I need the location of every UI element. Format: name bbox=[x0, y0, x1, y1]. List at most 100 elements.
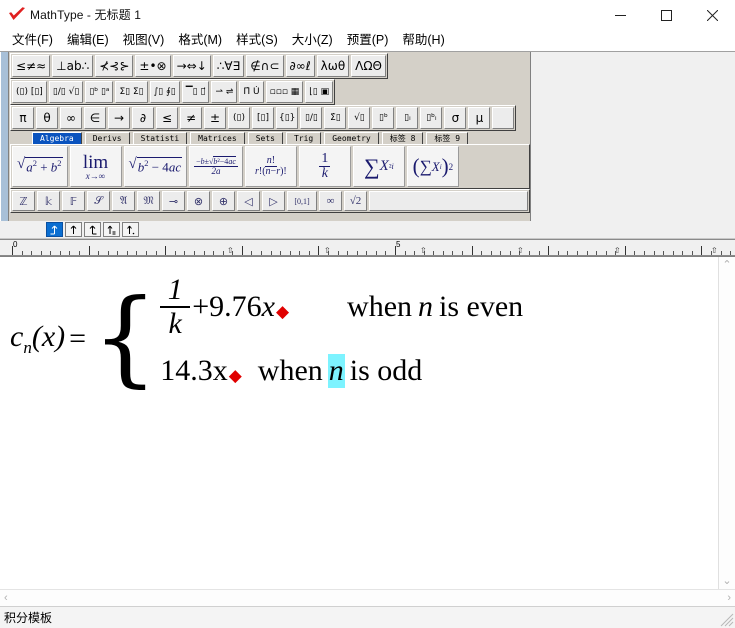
template-sum-squared[interactable]: (∑ Xi) 2 bbox=[406, 146, 459, 187]
template-fraction[interactable]: ▯/▯ bbox=[300, 107, 323, 129]
close-button[interactable] bbox=[689, 0, 735, 30]
arrows-palette[interactable]: →⇔↓ bbox=[172, 55, 211, 77]
symbol-circled-plus[interactable]: ⊕ bbox=[212, 191, 235, 211]
symbol-right-arrow[interactable]: → bbox=[108, 107, 130, 129]
scroll-up-icon[interactable]: ⌃ bbox=[722, 260, 731, 271]
logical-palette[interactable]: ∴∀∃ bbox=[212, 55, 245, 77]
symbol-right-triangle[interactable]: ▷ bbox=[262, 191, 285, 211]
underbar-overbar-template-palette[interactable]: ▔▯ ▯⃗ bbox=[181, 81, 210, 103]
palette-tab-statistics[interactable]: Statisti bbox=[132, 132, 188, 144]
ruler-tabstop-5[interactable]: ⇧ bbox=[614, 247, 621, 255]
horizontal-scrollbar[interactable]: ‹ › bbox=[0, 589, 735, 606]
fences-template-palette[interactable]: (▯) [▯] bbox=[12, 81, 47, 103]
symbol-not-equal[interactable]: ≠ bbox=[180, 107, 202, 129]
menu-size[interactable]: 大小(Z) bbox=[285, 31, 340, 51]
scroll-down-icon[interactable]: ⌄ bbox=[722, 576, 731, 587]
menu-help[interactable]: 帮助(H) bbox=[395, 31, 451, 51]
case2-condition-variable-selected[interactable]: n bbox=[327, 354, 345, 388]
palette-tab-trig[interactable]: Trig bbox=[285, 132, 322, 144]
symbol-plus-minus[interactable]: ± bbox=[204, 107, 226, 129]
set-theory-palette[interactable]: ∉∩⊂ bbox=[246, 55, 284, 77]
ruler-tabstop-1[interactable]: ⇧ bbox=[227, 247, 234, 255]
symbol-fraktur-a[interactable]: 𝔄 bbox=[112, 191, 135, 211]
scroll-left-icon[interactable]: ‹ bbox=[4, 593, 8, 604]
symbol-infinity[interactable]: ∞ bbox=[60, 107, 82, 129]
labeled-arrow-template-palette[interactable]: ⇀ ⇌ bbox=[211, 81, 238, 103]
matrix-template-palette[interactable]: ▫▫▫ ▦ bbox=[265, 81, 304, 103]
symbol-element-of[interactable]: ∈ bbox=[84, 107, 106, 129]
symbol-theta[interactable]: θ bbox=[36, 107, 58, 129]
template-quadratic-formula[interactable]: −b±√b²−4ac 2a bbox=[189, 146, 243, 187]
symbol-pi[interactable]: π bbox=[12, 107, 34, 129]
palette-tab-8[interactable]: 标签 8 bbox=[381, 132, 424, 144]
operators-palette[interactable]: ±•⊗ bbox=[135, 55, 171, 77]
menu-file[interactable]: 文件(F) bbox=[5, 31, 60, 51]
ruler-tabstop-6[interactable]: ⇧ bbox=[711, 247, 718, 255]
equation-canvas[interactable]: cn(x) = { 1 k +9.76 x ◆ when n is even 1… bbox=[0, 257, 718, 589]
template-radical[interactable]: √▯ bbox=[348, 107, 371, 129]
spaces-and-dots-palette[interactable]: ⊥ab∴ bbox=[52, 55, 94, 77]
tabstop-center[interactable] bbox=[65, 222, 82, 237]
template-subscript[interactable]: ▯ᵢ bbox=[396, 107, 419, 129]
template-summation[interactable]: Σ̇▯ bbox=[324, 107, 347, 129]
template-superscript[interactable]: ▯ᵇ bbox=[372, 107, 395, 129]
template-subsuperscript[interactable]: ▯ᵇᵢ bbox=[420, 107, 443, 129]
template-limit[interactable]: lim x→∞ bbox=[69, 146, 122, 187]
symbol-fraktur-k[interactable]: 𝕜 bbox=[37, 191, 60, 211]
template-sqrt-a2-b2[interactable]: √ a2 + b2 bbox=[12, 146, 68, 187]
vertical-scrollbar[interactable]: ⌃ ⌄ bbox=[718, 257, 735, 589]
greek-uppercase-palette[interactable]: ΛΩΘ bbox=[351, 55, 386, 77]
menu-format[interactable]: 格式(M) bbox=[171, 31, 229, 51]
symbol-blank[interactable] bbox=[492, 107, 515, 129]
symbol-script-s[interactable]: 𝒮 bbox=[87, 191, 110, 211]
symbol-unit-interval[interactable]: [0,1] bbox=[287, 191, 317, 211]
palette-tab-derivs[interactable]: Derivs bbox=[84, 132, 130, 144]
tabstop-relation[interactable] bbox=[122, 222, 139, 237]
template-sqrt-b2-4ac[interactable]: √ b2 − 4ac bbox=[123, 146, 188, 187]
palette-tab-sets[interactable]: Sets bbox=[247, 132, 283, 144]
tabstop-decimal[interactable] bbox=[103, 222, 120, 237]
menu-view[interactable]: 视图(V) bbox=[116, 31, 172, 51]
symbol-less-equal[interactable]: ≤ bbox=[156, 107, 178, 129]
symbol-infinity-2[interactable]: ∞ bbox=[319, 191, 342, 211]
resize-grip-icon[interactable] bbox=[720, 613, 734, 627]
menu-style[interactable]: 样式(S) bbox=[229, 31, 285, 51]
symbol-multimap[interactable]: ⊸ bbox=[162, 191, 185, 211]
ruler-tabstop-2[interactable]: ⇧ bbox=[324, 247, 331, 255]
greek-lowercase-palette[interactable]: λωθ bbox=[316, 55, 350, 77]
embellishments-palette[interactable]: ⊀⊰⊱ bbox=[95, 55, 134, 77]
tabstop-left[interactable] bbox=[46, 222, 63, 237]
miscellaneous-palette[interactable]: ∂∞ℓ bbox=[285, 55, 315, 77]
horizontal-ruler[interactable]: 0 5 ⇧ ⇧ ⇧ ⇧ ⇧ ⇧ bbox=[0, 239, 735, 256]
template-braces[interactable]: {▯} bbox=[276, 107, 299, 129]
scroll-right-icon[interactable]: › bbox=[727, 593, 731, 604]
symbol-fraktur-m[interactable]: 𝔐 bbox=[137, 191, 160, 211]
tabstop-right[interactable] bbox=[84, 222, 101, 237]
symbol-double-struck-f[interactable]: 𝔽 bbox=[62, 191, 85, 211]
toolbar-gripper[interactable] bbox=[0, 52, 9, 221]
symbol-sqrt-two[interactable]: √2 bbox=[344, 191, 367, 211]
maximize-button[interactable] bbox=[643, 0, 689, 30]
relations-palette[interactable]: ≤≠≈ bbox=[12, 55, 51, 77]
symbol-circled-times[interactable]: ⊗ bbox=[187, 191, 210, 211]
symbol-partial[interactable]: ∂ bbox=[132, 107, 154, 129]
integral-template-palette[interactable]: ∫▯ ∮▯ bbox=[149, 81, 180, 103]
palette-tab-algebra[interactable]: Algebra bbox=[32, 132, 82, 144]
template-parentheses[interactable]: (▯) bbox=[228, 107, 250, 129]
symbol-sigma[interactable]: σ bbox=[444, 107, 467, 129]
symbol-mu[interactable]: μ bbox=[468, 107, 491, 129]
symbol-left-triangle[interactable]: ◁ bbox=[237, 191, 260, 211]
menu-edit[interactable]: 编辑(E) bbox=[60, 31, 116, 51]
template-brackets[interactable]: [▯] bbox=[252, 107, 274, 129]
template-combination[interactable]: n! r!(n−r)! bbox=[244, 146, 297, 187]
subscript-superscript-template-palette[interactable]: ▯ᵇ ▯ᵃ bbox=[85, 81, 114, 103]
palette-tab-9[interactable]: 标签 9 bbox=[426, 132, 469, 144]
product-set-theory-template-palette[interactable]: Π̇ U̇ bbox=[239, 81, 264, 103]
ruler-tabstop-3[interactable]: ⇧ bbox=[420, 247, 427, 255]
ruler-tabstop-4[interactable]: ⇧ bbox=[517, 247, 524, 255]
matrix-layout-template-palette[interactable]: ⌊▯ ▣ bbox=[305, 81, 334, 103]
palette-tab-geometry[interactable]: Geometry bbox=[324, 132, 379, 144]
summation-template-palette[interactable]: Σ▯ Σ▯ bbox=[115, 81, 148, 103]
palette-tab-matrices[interactable]: Matrices bbox=[190, 132, 245, 144]
menu-preferences[interactable]: 预置(P) bbox=[340, 31, 396, 51]
